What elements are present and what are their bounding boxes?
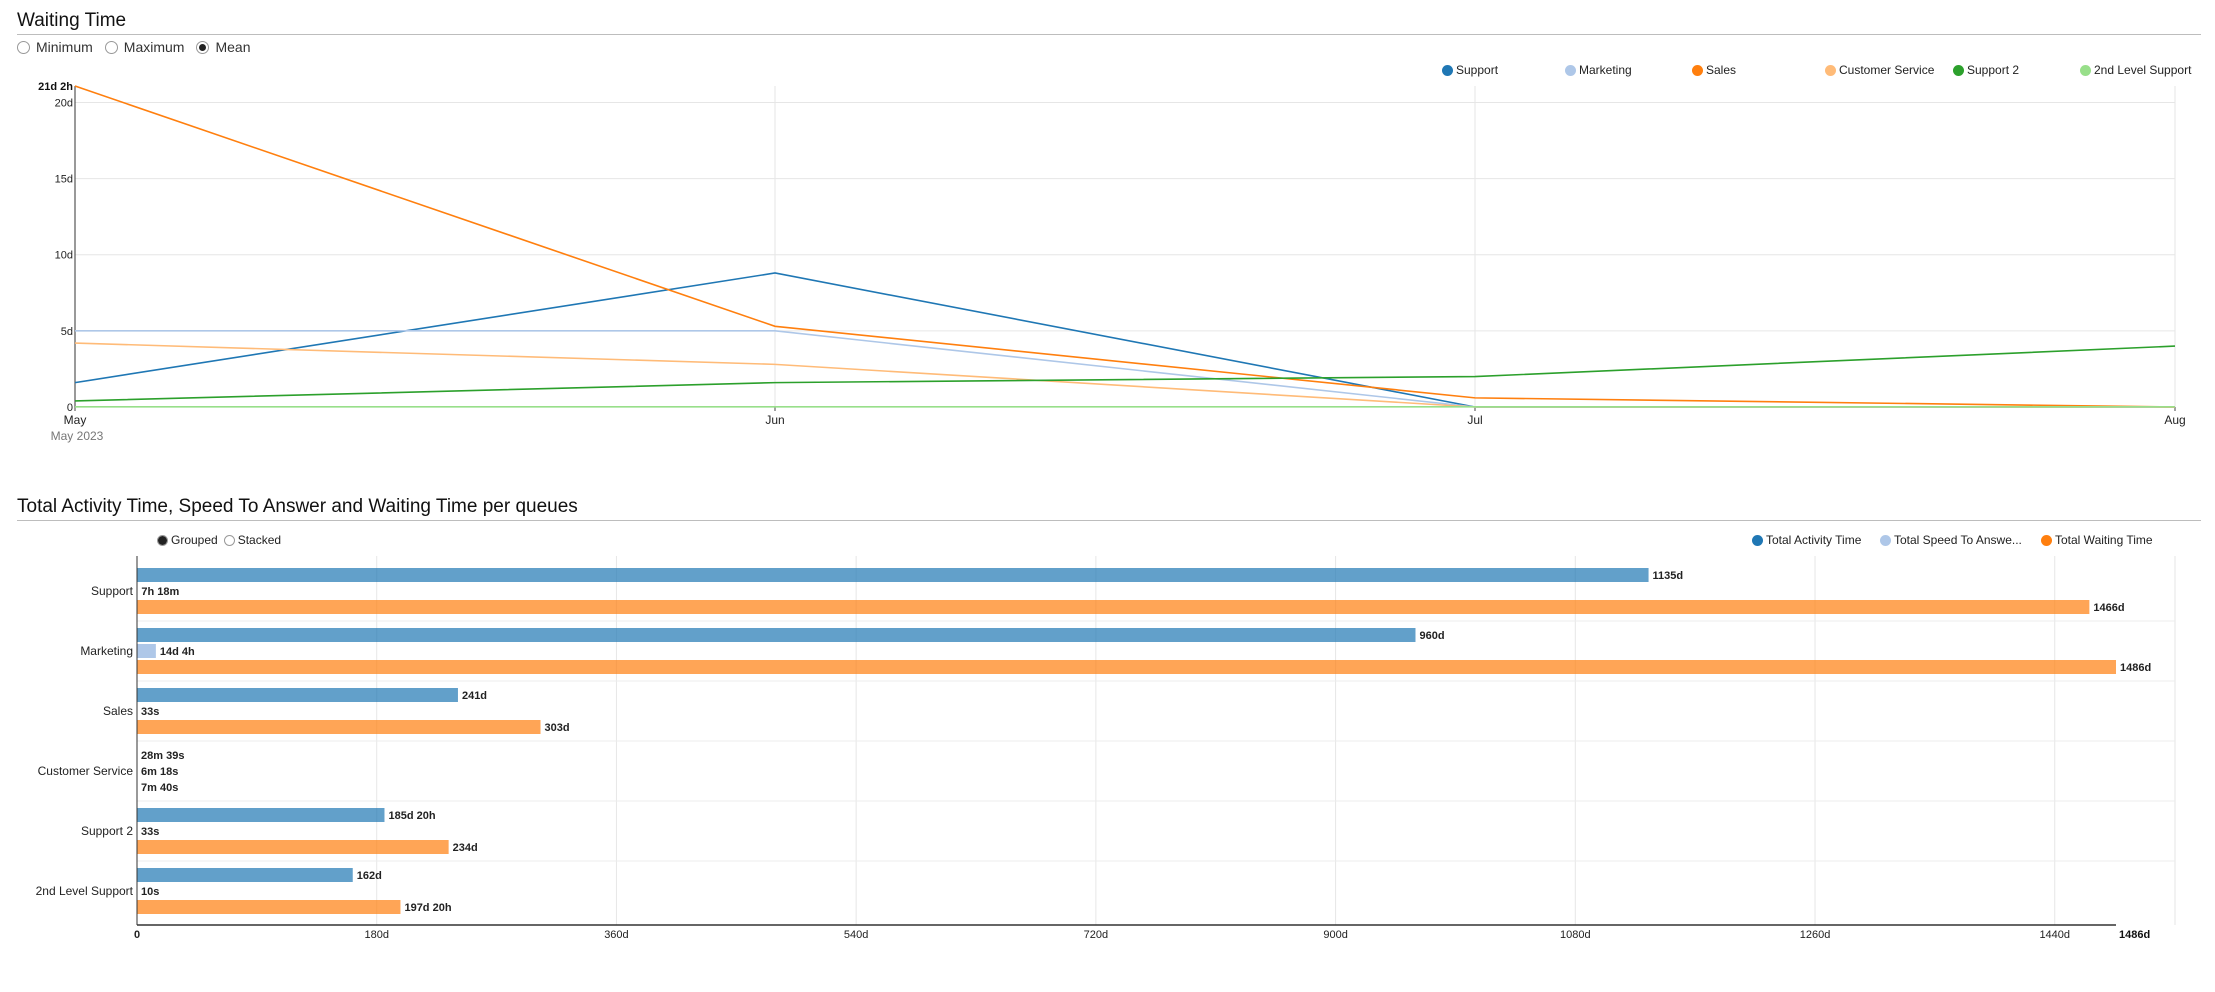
bar-value-label: 303d xyxy=(545,722,570,734)
category-label: Support 2 xyxy=(81,824,133,838)
bar-value-label: 6m 18s xyxy=(141,766,178,778)
bar-value-label: 234d xyxy=(453,842,478,854)
bar-value-label: 1486d xyxy=(2120,662,2151,674)
bar-total-activity-time-2nd-level-support xyxy=(137,868,353,882)
x-tick-label: 1260d xyxy=(1800,929,1831,941)
bar-value-label: 10s xyxy=(141,886,159,898)
bar-value-label: 241d xyxy=(462,690,487,702)
bar-total-activity-time-support-2 xyxy=(137,808,385,822)
bar-total-waiting-time-2nd-level-support xyxy=(137,900,401,914)
bar-total-activity-time-marketing xyxy=(137,628,1416,642)
x-tick-label: 1080d xyxy=(1560,929,1591,941)
bar-total-speed-to-answe-marketing xyxy=(137,644,156,658)
category-label: Support xyxy=(91,584,134,598)
line-series-support-2 xyxy=(74,345,2176,402)
bar-value-label: 197d 20h xyxy=(404,902,451,914)
bar-value-label: 960d xyxy=(1419,630,1444,642)
bar-section-title: Total Activity Time, Speed To Answer and… xyxy=(17,496,578,517)
bar-section-divider xyxy=(17,520,2201,521)
category-label: Customer Service xyxy=(38,764,134,778)
bar-value-label: 33s xyxy=(141,706,159,718)
bar-value-label: 28m 39s xyxy=(141,750,184,762)
y-tick-label: 5d xyxy=(61,326,73,338)
bar-value-label: 1466d xyxy=(2093,602,2124,614)
line-series-sales xyxy=(74,85,2176,408)
bar-value-label: 14d 4h xyxy=(160,646,195,658)
category-label: Sales xyxy=(103,704,133,718)
bar-total-waiting-time-marketing xyxy=(137,660,2116,674)
bar-value-label: 162d xyxy=(357,870,382,882)
y-tick-label: 10d xyxy=(55,250,73,262)
category-label: Marketing xyxy=(80,644,133,658)
x-sub-label: May 2023 xyxy=(51,429,104,443)
bar-value-label: 185d 20h xyxy=(388,810,435,822)
bar-value-label: 33s xyxy=(141,826,159,838)
bar-total-activity-time-support xyxy=(137,568,1649,582)
x-tick-label: 540d xyxy=(844,929,868,941)
x-tick-label: May xyxy=(64,413,87,427)
x-tick-label: Aug xyxy=(2164,413,2185,427)
line-series-marketing xyxy=(75,330,2175,408)
bar-total-waiting-time-sales xyxy=(137,720,541,734)
x-tick-label: 0 xyxy=(134,929,140,941)
x-tick-label: Jul xyxy=(1467,413,1482,427)
x-tick-label: 900d xyxy=(1323,929,1347,941)
x-tick-label: 180d xyxy=(364,929,388,941)
activity-bar-chart: 0 180d 360d 540d 720d 900d 1080d 1260d 1440d 1486… xyxy=(36,556,2176,941)
waiting-time-line-chart: 05d10d15d20d21d 2hMay Jun Jul AugMay 2023 xyxy=(38,81,2186,443)
bar-value-label: 1135d xyxy=(1653,570,1684,582)
bar-total-waiting-time-support-2 xyxy=(137,840,449,854)
x-tick-label: Jun xyxy=(765,413,784,427)
y-max-label: 21d 2h xyxy=(38,81,73,93)
y-tick-label: 20d xyxy=(55,97,73,109)
bar-total-waiting-time-support xyxy=(137,600,2090,614)
category-label: 2nd Level Support xyxy=(36,884,134,898)
line-series-customer-service xyxy=(74,342,2175,408)
x-max-label: 1486d xyxy=(2119,929,2150,941)
x-tick-label: 360d xyxy=(604,929,628,941)
bar-value-label: 7m 40s xyxy=(141,782,178,794)
line-series-support xyxy=(74,272,2175,408)
bar-value-label: 7h 18m xyxy=(141,586,179,598)
x-tick-label: 720d xyxy=(1084,929,1108,941)
bar-total-activity-time-sales xyxy=(137,688,458,702)
y-tick-label: 15d xyxy=(55,174,73,186)
x-tick-label: 1440d xyxy=(2039,929,2070,941)
